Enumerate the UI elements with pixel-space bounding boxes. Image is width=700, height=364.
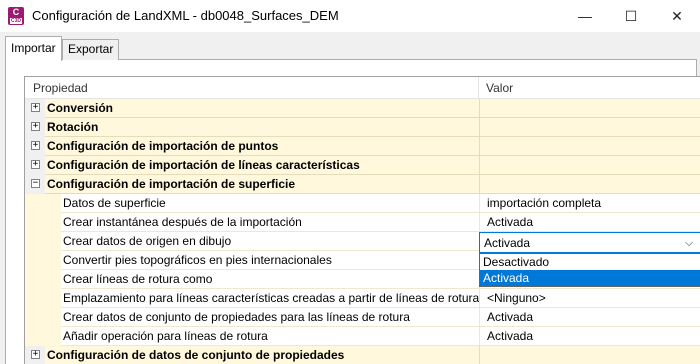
property-label[interactable]: Emplazamiento para líneas característica…	[61, 289, 479, 308]
expand-icon[interactable]: +	[31, 350, 40, 359]
category-label[interactable]: Configuración de datos de conjunto de pr…	[45, 346, 479, 364]
collapse-icon[interactable]: −	[31, 179, 40, 188]
close-button[interactable]: ✕	[654, 0, 700, 32]
property-row-emplazamiento[interactable]: Emplazamiento para líneas característica…	[25, 289, 700, 308]
close-icon: ✕	[671, 7, 683, 24]
tab-exportar[interactable]: Exportar	[62, 39, 119, 60]
property-label[interactable]: Crear datos de origen en dibujo	[61, 232, 479, 251]
row-indent	[25, 251, 61, 270]
expand-icon[interactable]: +	[31, 160, 40, 169]
tab-importar[interactable]: Importar	[5, 36, 62, 61]
category-row-lineas-caracteristicas[interactable]: + Configuración de importación de líneas…	[25, 156, 700, 175]
category-value-cell	[479, 99, 700, 118]
dropdown-option-desactivado[interactable]: Desactivado	[480, 254, 700, 270]
expand-icon[interactable]: +	[31, 141, 40, 150]
row-indent	[25, 194, 61, 213]
property-value[interactable]: importación completa	[479, 194, 700, 213]
property-value[interactable]: Activada	[479, 308, 700, 327]
category-label[interactable]: Conversión	[45, 99, 479, 118]
row-indent	[25, 308, 61, 327]
row-gutter: −	[25, 175, 45, 194]
property-row-anadir-operacion[interactable]: Añadir operación para líneas de rotura A…	[25, 327, 700, 346]
row-indent	[25, 289, 61, 308]
header-value[interactable]: Valor	[479, 77, 700, 99]
property-value[interactable]: Activada	[479, 327, 700, 346]
minimize-button[interactable]: —	[562, 0, 608, 32]
row-gutter: +	[25, 118, 45, 137]
chevron-down-icon[interactable]: ⌵	[682, 235, 696, 251]
combobox-dropdown-list: Desactivado Activada	[479, 253, 700, 287]
category-value-cell	[479, 137, 700, 156]
window-title: Configuración de LandXML - db0048_Surfac…	[32, 8, 339, 23]
category-value-cell	[479, 175, 700, 194]
row-indent	[25, 270, 61, 289]
category-label[interactable]: Configuración de importación de superfic…	[45, 175, 479, 194]
combobox-selected-value: Activada	[484, 236, 531, 250]
value-combobox[interactable]: Activada ⌵	[479, 232, 700, 253]
property-row-conjunto-propiedades[interactable]: Crear datos de conjunto de propiedades p…	[25, 308, 700, 327]
property-row-crear-instantanea[interactable]: Crear instantánea después de la importac…	[25, 213, 700, 232]
row-indent	[25, 213, 61, 232]
app-icon-letter: C	[12, 7, 20, 17]
maximize-button[interactable]: ☐	[608, 0, 654, 32]
row-gutter: +	[25, 346, 45, 364]
row-indent	[25, 327, 61, 346]
category-value-cell	[479, 156, 700, 175]
minimize-icon: —	[578, 8, 592, 24]
header-property[interactable]: Propiedad	[25, 77, 479, 99]
row-gutter: +	[25, 137, 45, 156]
category-label[interactable]: Configuración de importación de líneas c…	[45, 156, 479, 175]
category-row-conversion[interactable]: + Conversión	[25, 99, 700, 118]
category-value-cell	[479, 346, 700, 364]
property-value[interactable]: <Ninguno>	[479, 289, 700, 308]
property-value[interactable]: Activada	[479, 213, 700, 232]
app-icon-sub: C3D	[10, 18, 22, 24]
category-label[interactable]: Configuración de importación de puntos	[45, 137, 479, 156]
civil3d-app-icon: C C3D	[8, 7, 24, 25]
category-row-puntos[interactable]: + Configuración de importación de puntos	[25, 137, 700, 156]
row-gutter: +	[25, 156, 45, 175]
category-row-conjunto-propiedades[interactable]: + Configuración de datos de conjunto de …	[25, 346, 700, 364]
row-indent	[25, 232, 61, 251]
category-value-cell	[479, 118, 700, 137]
grid-header: Propiedad Valor	[25, 77, 700, 99]
dropdown-option-activada[interactable]: Activada	[480, 270, 700, 286]
property-label[interactable]: Datos de superficie	[61, 194, 479, 213]
maximize-icon: ☐	[624, 7, 638, 24]
category-row-rotacion[interactable]: + Rotación	[25, 118, 700, 137]
expand-icon[interactable]: +	[31, 103, 40, 112]
expand-icon[interactable]: +	[31, 122, 40, 131]
row-gutter: +	[25, 99, 45, 118]
property-label[interactable]: Crear líneas de rotura como	[61, 270, 479, 289]
property-label[interactable]: Crear datos de conjunto de propiedades p…	[61, 308, 479, 327]
property-grid: Propiedad Valor + Conversión + Rotación …	[24, 76, 700, 364]
property-label[interactable]: Convertir pies topográficos en pies inte…	[61, 251, 479, 270]
property-row-datos-superficie[interactable]: Datos de superficie importación completa	[25, 194, 700, 213]
category-row-superficie[interactable]: − Configuración de importación de superf…	[25, 175, 700, 194]
property-label[interactable]: Crear instantánea después de la importac…	[61, 213, 479, 232]
category-label[interactable]: Rotación	[45, 118, 479, 137]
title-bar: C C3D Configuración de LandXML - db0048_…	[0, 0, 700, 32]
property-label[interactable]: Añadir operación para líneas de rotura	[61, 327, 479, 346]
